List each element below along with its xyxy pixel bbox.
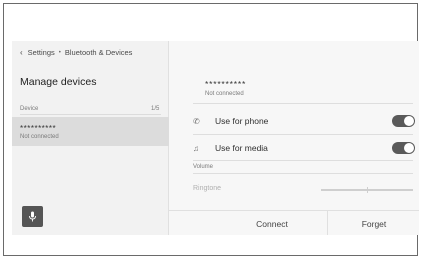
connect-button[interactable]: Connect — [217, 211, 327, 235]
use-for-media-row[interactable]: ♫ Use for media — [193, 139, 415, 157]
divider — [193, 103, 413, 104]
microphone-icon — [29, 211, 36, 222]
device-name: ********** — [205, 79, 247, 89]
use-for-media-toggle[interactable] — [392, 142, 415, 154]
device-count: 1/5 — [151, 106, 160, 112]
breadcrumb-separator-icon: • — [58, 49, 61, 56]
device-list-item-name: ********** — [20, 124, 57, 133]
use-for-media-label: Use for media — [215, 143, 268, 153]
chevron-left-icon[interactable]: ‹ — [20, 48, 23, 57]
device-list-item[interactable]: ********** Not connected — [12, 117, 169, 146]
breadcrumb: ‹ Settings • Bluetooth & Devices — [20, 48, 132, 57]
voice-button[interactable] — [22, 206, 43, 227]
left-panel: ‹ Settings • Bluetooth & Devices Manage … — [12, 41, 169, 235]
section-divider — [20, 114, 161, 115]
phone-icon: ✆ — [193, 116, 200, 126]
use-for-phone-toggle[interactable] — [392, 115, 415, 127]
use-for-phone-label: Use for phone — [215, 116, 269, 126]
device-section-label: Device — [20, 106, 39, 112]
toggle-knob — [404, 116, 414, 126]
breadcrumb-settings[interactable]: Settings — [28, 48, 55, 57]
divider — [193, 173, 413, 174]
page-title: Manage devices — [20, 76, 97, 88]
ringtone-volume-slider[interactable] — [321, 187, 413, 193]
forget-button[interactable]: Forget — [327, 211, 419, 235]
music-note-icon: ♫ — [193, 143, 199, 153]
slider-tick — [367, 187, 368, 193]
head-unit-screen: ‹ Settings • Bluetooth & Devices Manage … — [12, 41, 419, 235]
volume-label: Volume — [193, 164, 214, 170]
breadcrumb-bluetooth-devices: Bluetooth & Devices — [64, 48, 133, 57]
ringtone-label: Ringtone — [193, 185, 222, 192]
right-panel: ********** Not connected ✆ Use for phone… — [169, 41, 419, 235]
toggle-knob — [404, 143, 414, 153]
device-status: Not connected — [205, 91, 244, 97]
use-for-phone-row[interactable]: ✆ Use for phone — [193, 112, 415, 130]
display-frame: ‹ Settings • Bluetooth & Devices Manage … — [3, 3, 419, 256]
divider — [193, 134, 413, 135]
device-list-item-status: Not connected — [20, 134, 59, 140]
action-bar: Connect Forget — [169, 210, 419, 235]
divider — [193, 160, 413, 161]
